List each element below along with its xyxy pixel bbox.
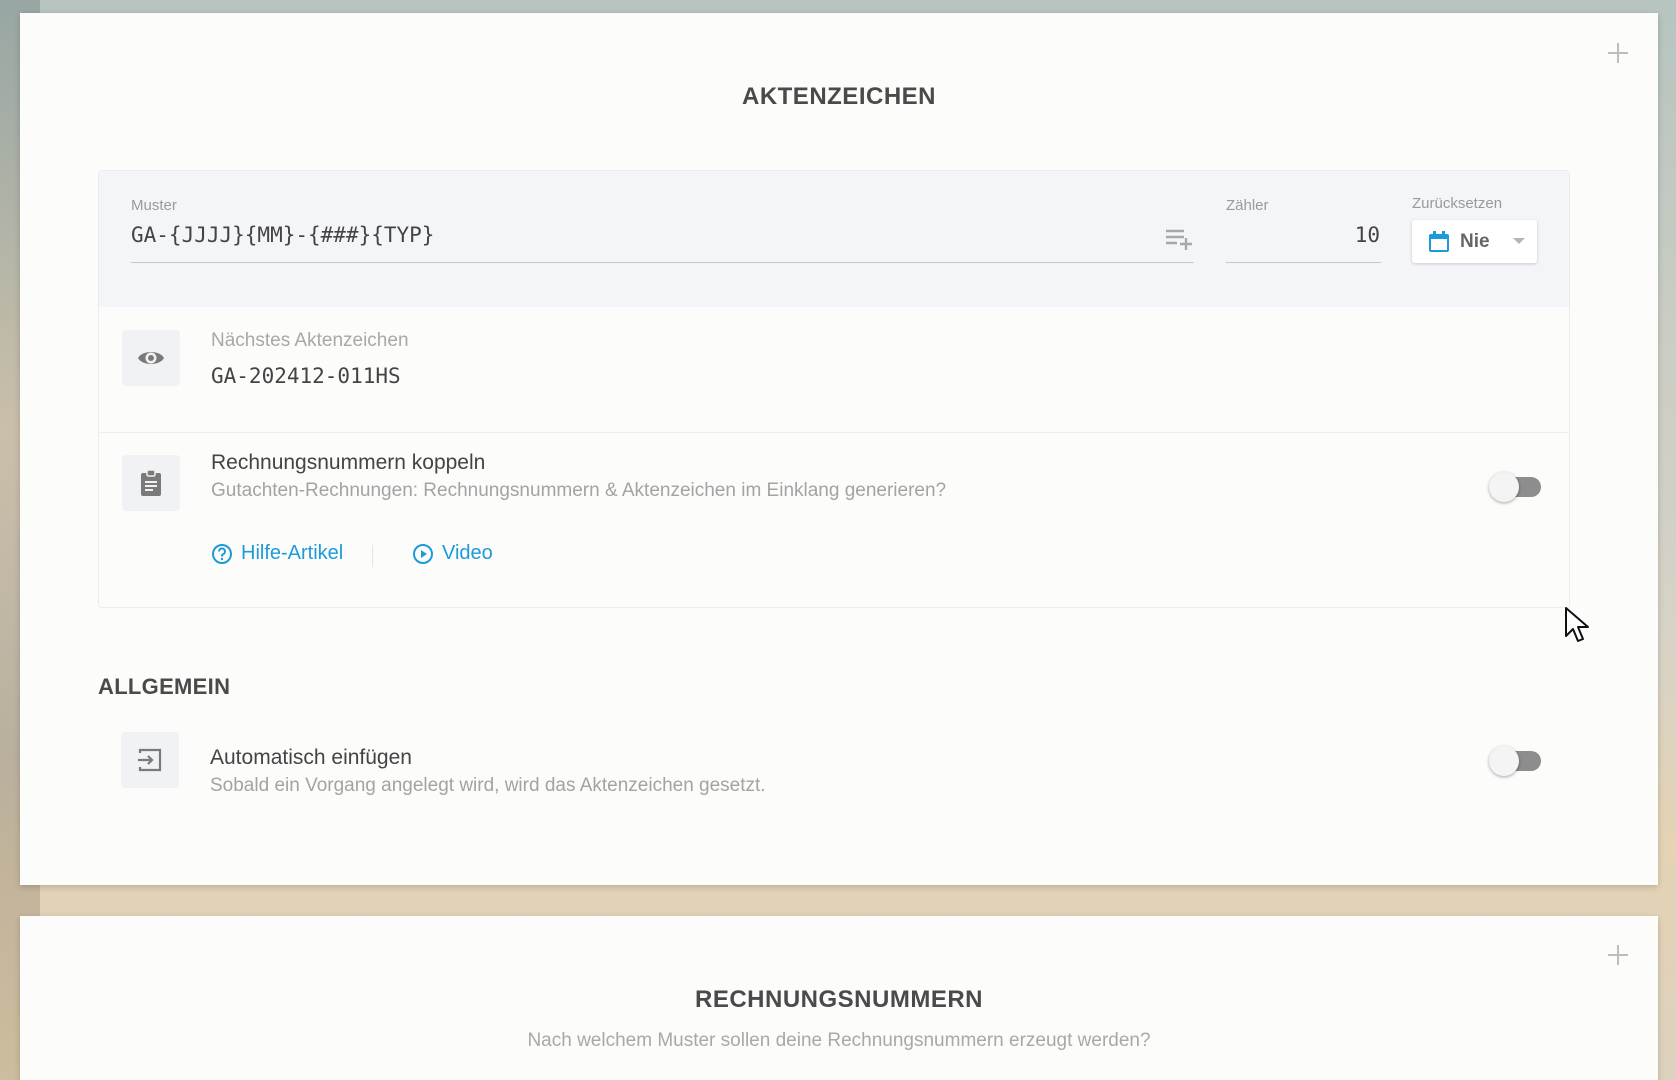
help-article-link[interactable]: Hilfe-Artikel — [211, 542, 343, 565]
help-circle-icon — [212, 543, 232, 564]
auto-insert-description: Sobald ein Vorgang angelegt wird, wird d… — [210, 775, 766, 796]
chevron-down-icon — [1513, 238, 1525, 244]
pattern-bar: Muster Zähler Zurücksetzen Nie — [99, 171, 1569, 307]
input-icon — [138, 748, 162, 772]
zuruecksetzen-value: Nie — [1460, 230, 1490, 252]
next-value: GA-202412-011HS — [211, 364, 401, 388]
card-title: RECHNUNGSNUMMERN — [695, 986, 983, 1013]
mouse-cursor-icon — [1565, 607, 1589, 642]
muster-input[interactable] — [131, 223, 1111, 247]
aktenzeichen-card: AKTENZEICHEN Muster Zähler Zurücksetzen — [20, 13, 1658, 885]
toggle-knob — [1489, 746, 1519, 776]
zaehler-input[interactable] — [1226, 223, 1380, 247]
plus-icon — [1608, 945, 1628, 965]
zaehler-label: Zähler — [1226, 197, 1269, 214]
section-heading-allgemein: ALLGEMEIN — [98, 674, 231, 699]
playlist-add-icon[interactable] — [1164, 227, 1194, 251]
zuruecksetzen-label: Zurücksetzen — [1412, 195, 1503, 212]
card-title: AKTENZEICHEN — [741, 83, 936, 110]
calendar-icon — [1429, 230, 1449, 252]
next-label: Nächstes Aktenzeichen — [211, 330, 409, 351]
muster-label: Muster — [131, 197, 177, 214]
coupling-description: Gutachten-Rechnungen: Rechnungsnummern &… — [211, 480, 947, 501]
auto-insert-icon-tile — [121, 732, 179, 788]
auto-insert-title: Automatisch einfügen — [210, 746, 412, 769]
clipboard-icon — [141, 469, 161, 496]
card-subtitle: Nach welchem Muster sollen deine Rechnun… — [527, 1030, 1151, 1051]
link-separator — [372, 545, 373, 567]
zuruecksetzen-select[interactable]: Nie — [1412, 220, 1537, 263]
rechnungsnummern-card: RECHNUNGSNUMMERN Nach welchem Muster sol… — [20, 916, 1658, 1080]
video-link[interactable]: Video — [412, 542, 493, 565]
eye-icon — [138, 352, 164, 364]
aktenzeichen-settings: Muster Zähler Zurücksetzen Nie — [98, 170, 1570, 608]
muster-underline — [131, 262, 1194, 263]
coupling-icon-tile — [122, 455, 180, 511]
divider — [99, 432, 1569, 433]
coupling-title: Rechnungsnummern koppeln — [211, 451, 486, 474]
play-circle-icon — [413, 543, 433, 564]
plus-icon — [1608, 43, 1628, 63]
toggle-knob — [1489, 472, 1519, 502]
auto-insert-toggle[interactable] — [1489, 745, 1543, 776]
coupling-toggle[interactable] — [1489, 471, 1543, 502]
add-button[interactable] — [1604, 941, 1632, 969]
zaehler-underline — [1226, 262, 1381, 263]
next-icon-tile — [122, 330, 180, 386]
help-article-label: Hilfe-Artikel — [241, 542, 344, 564]
video-label: Video — [442, 542, 493, 564]
add-button[interactable] — [1604, 39, 1632, 67]
